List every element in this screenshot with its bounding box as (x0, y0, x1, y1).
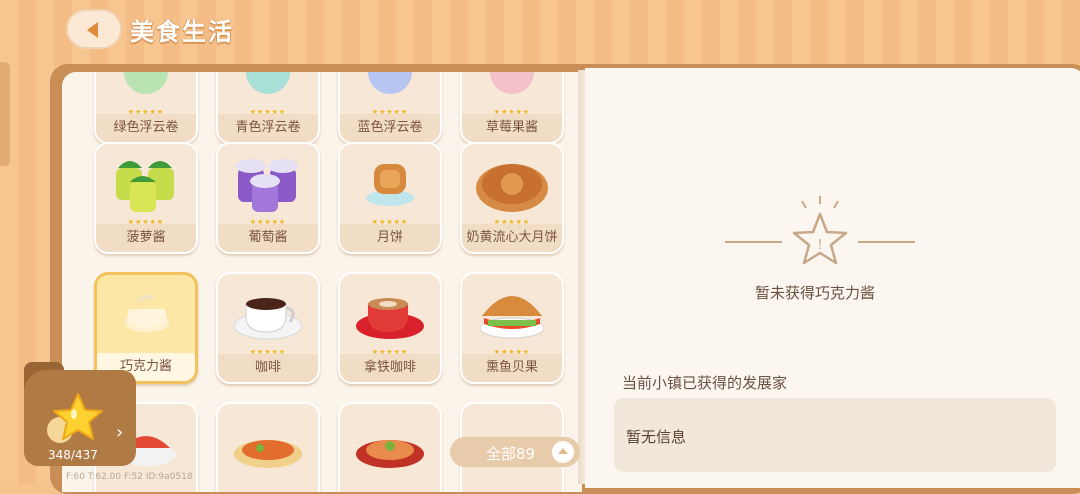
food-card[interactable] (216, 402, 320, 492)
food-card[interactable]: ★★★★★ 拿铁咖啡 (338, 272, 442, 384)
food-card[interactable]: ★★★★★ 草莓果酱 (460, 72, 564, 144)
not-obtained-text: 暂未获得巧克力酱 (754, 284, 875, 302)
food-image (366, 164, 414, 206)
svg-text:!: ! (817, 238, 822, 253)
food-name: 月饼 (340, 224, 440, 252)
food-name: 菠萝酱 (96, 224, 196, 252)
side-tab[interactable] (0, 62, 10, 166)
food-image (368, 72, 412, 94)
food-card[interactable]: ★★★★★ 蓝色浮云卷 (338, 72, 442, 144)
debug-overlay: F:60 T:62.00 F:52 ID:9a0518 (66, 472, 193, 482)
food-name: 青色浮云卷 (218, 114, 318, 142)
back-button[interactable] (66, 9, 122, 49)
food-card[interactable]: ★★★★★ 月饼 (338, 142, 442, 254)
page-title: 美食生活 (130, 18, 234, 46)
food-card[interactable]: ★★★★★ 葡萄酱 (216, 142, 320, 254)
food-image (356, 298, 424, 339)
food-image (490, 72, 534, 94)
chevron-right-icon: › (116, 422, 124, 443)
star-icon (47, 393, 103, 443)
food-name: 奶黄流心大月饼 (462, 224, 562, 252)
filter-label: 全部89 (486, 445, 536, 463)
developers-info-text: 暂无信息 (626, 428, 687, 446)
food-image (125, 294, 169, 332)
food-card[interactable]: 巧克力酱 (94, 272, 198, 384)
food-image (479, 296, 545, 339)
food-name: 蓝色浮云卷 (340, 114, 440, 142)
not-obtained-star-icon: ! (725, 196, 915, 265)
food-image (233, 298, 303, 340)
chevron-up-icon (552, 441, 574, 463)
collection-progress-badge[interactable]: › 348/437 (24, 362, 136, 470)
food-image (116, 161, 174, 212)
food-image (476, 164, 548, 212)
food-image (356, 440, 424, 468)
food-name: 拿铁咖啡 (340, 354, 440, 382)
food-card[interactable]: ★★★★★ 奶黄流心大月饼 (460, 142, 564, 254)
food-card[interactable]: ★★★★★ 咖啡 (216, 272, 320, 384)
header-bar: 美食生活 (0, 0, 1080, 62)
food-name: 咖啡 (218, 354, 318, 382)
developers-section-title: 当前小镇已获得的发展家 (622, 374, 788, 392)
food-name: 绿色浮云卷 (96, 114, 196, 142)
food-card[interactable]: ★★★★★ 熏鱼贝果 (460, 272, 564, 384)
food-image (234, 440, 302, 468)
food-collection-panel: ★★★★★ 绿色浮云卷 ★★★★★ 青色浮云卷 ★★★★★ 蓝色浮云卷 ★★★★★ 草莓果酱 ★… (62, 72, 582, 492)
filter-dropdown[interactable]: 全部89 (450, 437, 580, 467)
food-image (236, 159, 298, 212)
food-image (246, 72, 290, 94)
food-card[interactable]: ★★★★★ 绿色浮云卷 (94, 72, 198, 144)
food-card[interactable] (338, 402, 442, 492)
food-card[interactable]: ★★★★★ 青色浮云卷 (216, 72, 320, 144)
collection-count: 348/437 (48, 448, 98, 462)
food-card[interactable]: ★★★★★ 菠萝酱 (94, 142, 198, 254)
food-name: 葡萄酱 (218, 224, 318, 252)
food-name: 草莓果酱 (462, 114, 562, 142)
food-name: 熏鱼贝果 (462, 354, 562, 382)
food-image (124, 72, 168, 94)
